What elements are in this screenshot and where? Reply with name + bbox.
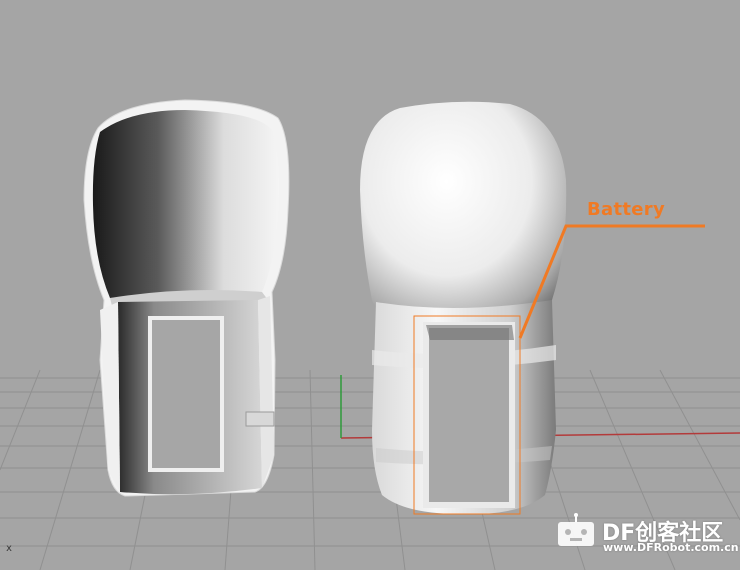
dfrobot-logo-icon <box>558 513 594 546</box>
left-shell-cutaway <box>83 99 290 497</box>
watermark-url: www.DFRobot.com.cn <box>603 541 739 554</box>
3d-viewport[interactable]: Battery x DF创客社区 www.DFRobot.com.cn <box>0 0 740 570</box>
right-enclosure <box>360 101 567 515</box>
battery-label: Battery <box>587 199 665 220</box>
x-axis-label: x <box>6 543 13 554</box>
scene-canvas <box>0 99 740 570</box>
